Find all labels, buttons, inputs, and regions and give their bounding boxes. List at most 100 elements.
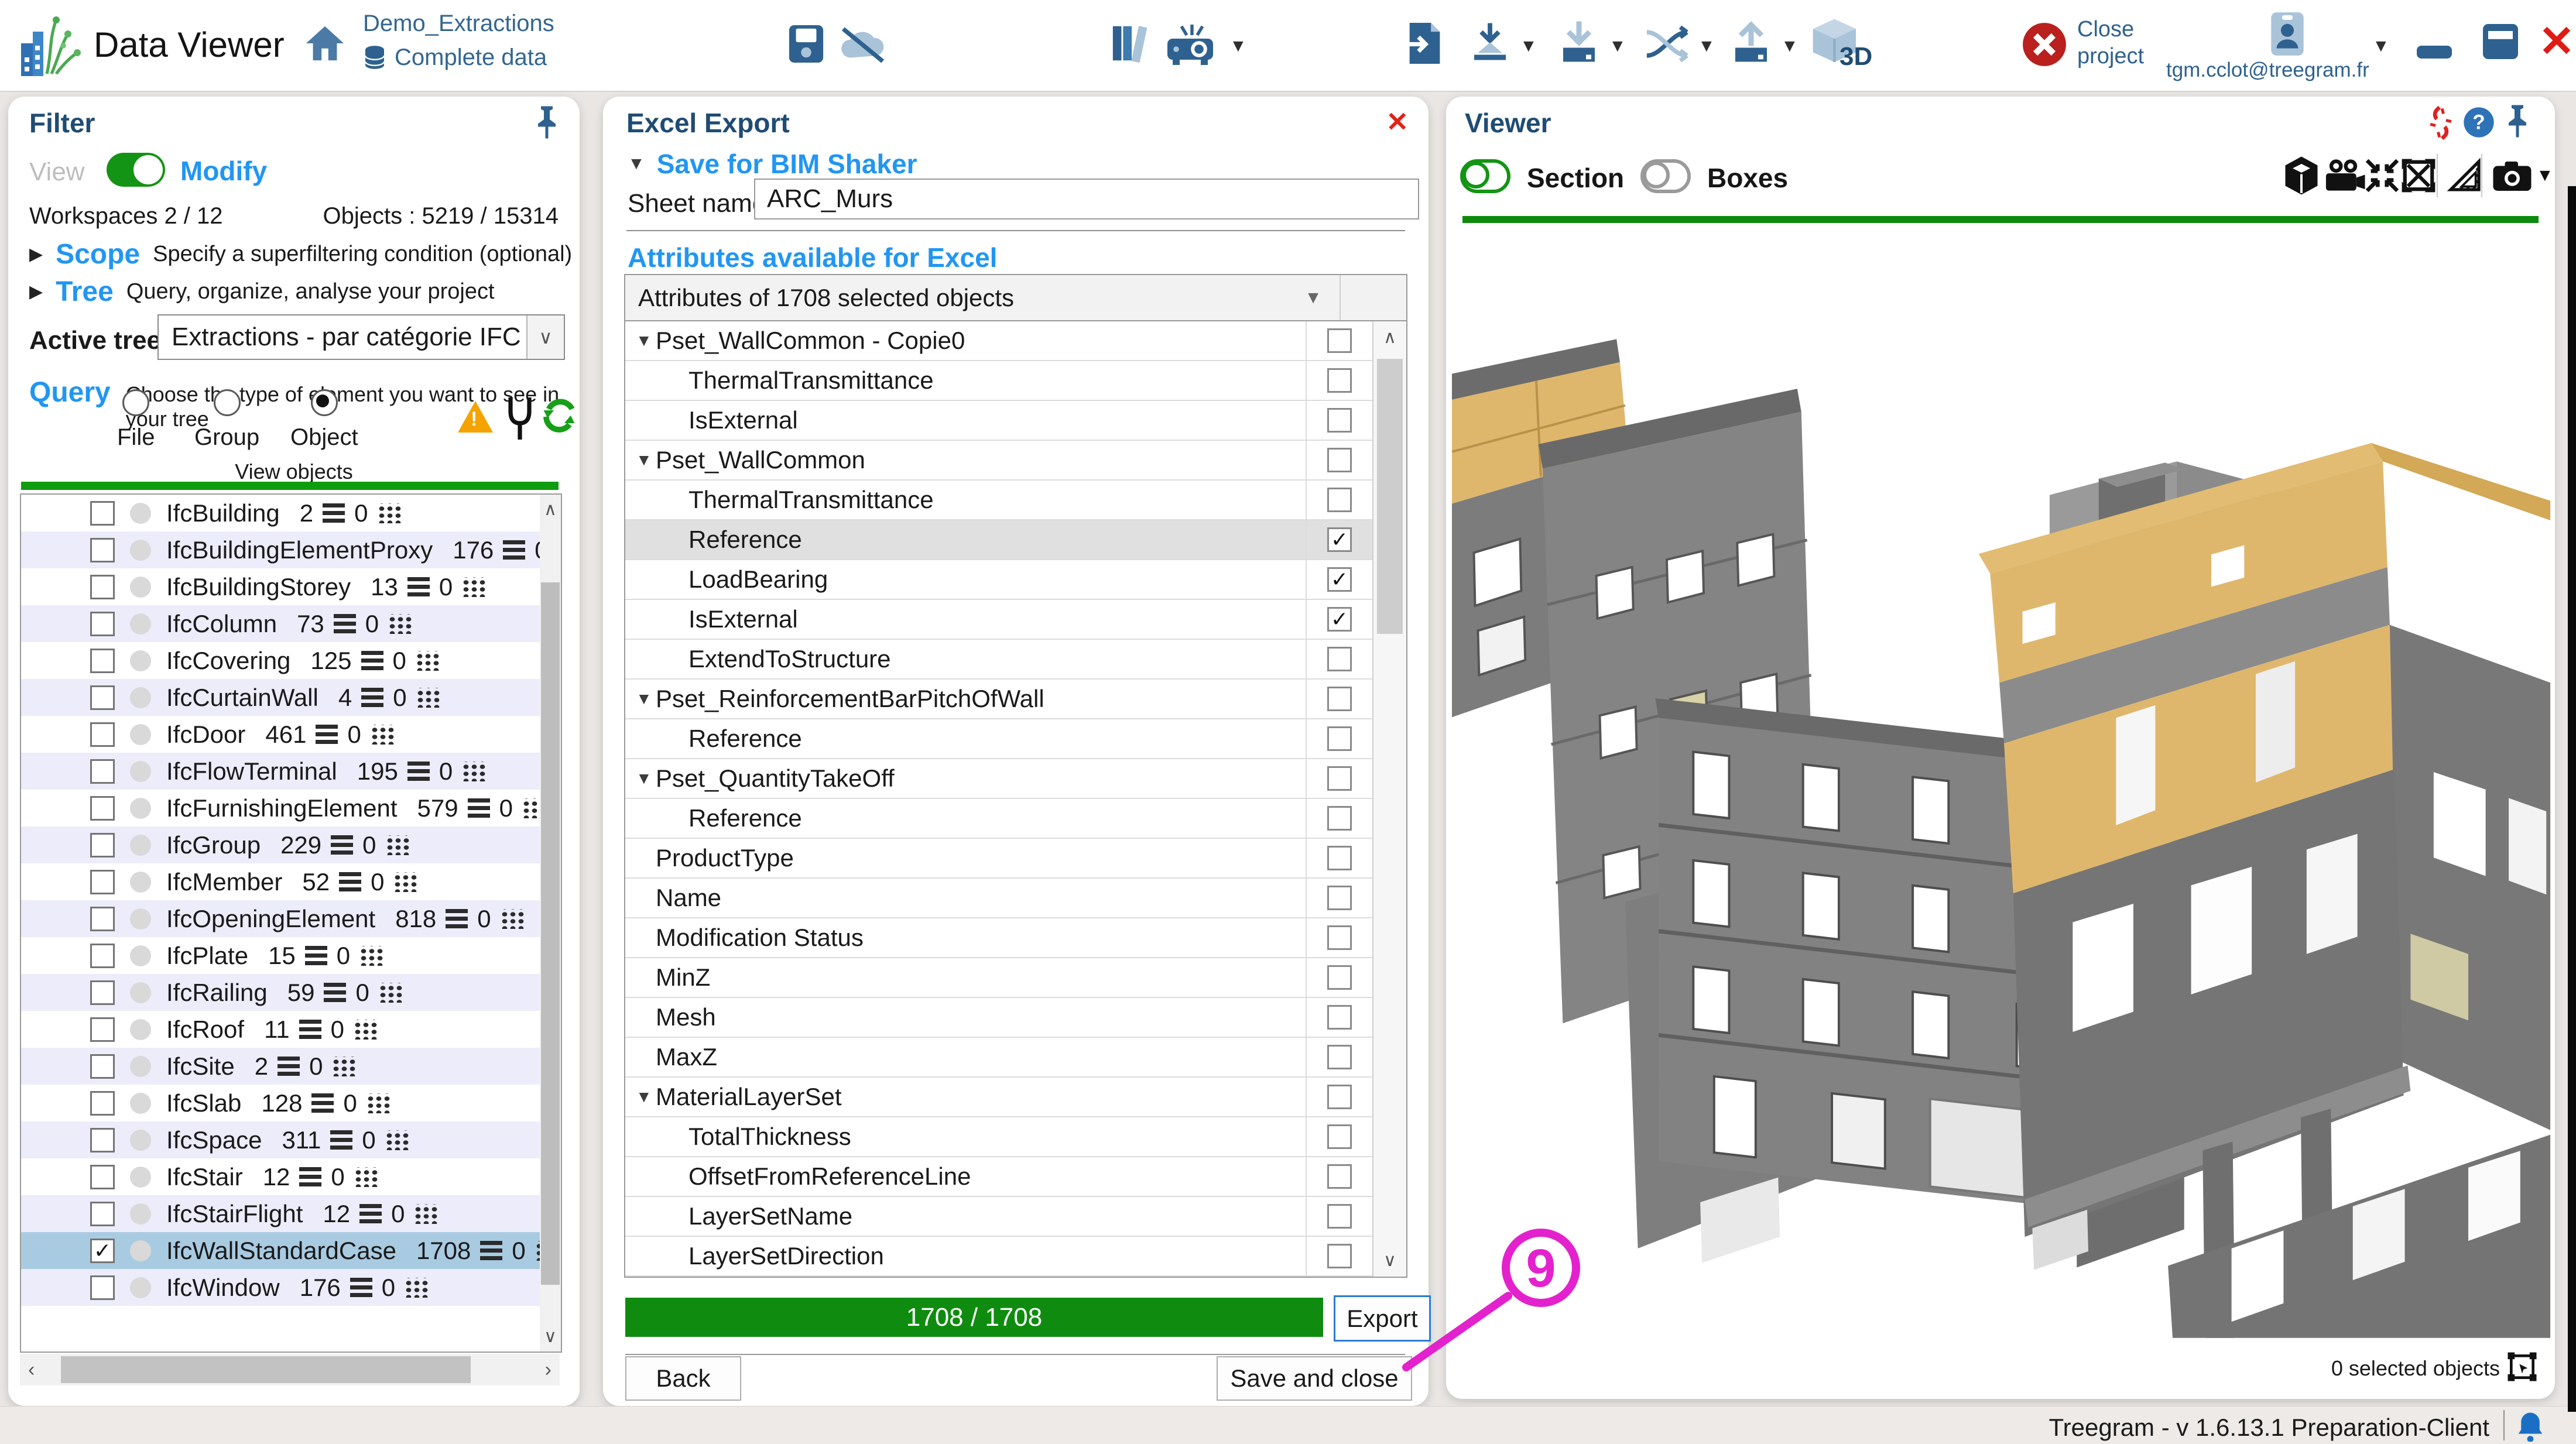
attribute-row[interactable]: ▼ LayerSetDirection xyxy=(625,1237,1372,1277)
attribute-row[interactable]: ▼ Reference xyxy=(625,719,1372,759)
help-icon[interactable]: ? xyxy=(2462,106,2495,139)
ifc-class-checkbox[interactable] xyxy=(90,1201,115,1226)
scroll-down-icon[interactable]: ∨ xyxy=(540,1326,561,1347)
list-lines-icon[interactable] xyxy=(323,503,345,523)
attribute-row[interactable]: ▼ LayerSetName xyxy=(625,1197,1372,1237)
radio-group[interactable]: Group xyxy=(194,389,259,451)
ifc-class-row[interactable]: IfcDoor 461 0 xyxy=(21,716,540,753)
save-and-close-button[interactable]: Save and close xyxy=(1217,1356,1412,1401)
projector-icon[interactable] xyxy=(1164,25,1220,67)
minimize-button[interactable] xyxy=(2417,46,2452,59)
list-lines-icon[interactable] xyxy=(350,1278,372,1297)
attribute-row[interactable]: ▼ Pset_WallCommon xyxy=(625,441,1372,481)
attribute-row[interactable]: ▼ Mesh xyxy=(625,998,1372,1038)
tree-label[interactable]: Tree xyxy=(56,276,114,308)
attribute-checkbox[interactable] xyxy=(1327,687,1352,711)
list-lines-icon[interactable] xyxy=(467,798,490,818)
attribute-row[interactable]: ▼ ThermalTransmittance xyxy=(625,361,1372,401)
ifc-class-row[interactable]: IfcSite 2 0 xyxy=(21,1048,540,1085)
active-tree-select[interactable]: Extractions - par catégorie IFC ∨ xyxy=(157,314,565,360)
attribute-checkbox[interactable] xyxy=(1327,448,1352,472)
broken-link-icon[interactable] xyxy=(2425,106,2457,140)
refresh-icon[interactable] xyxy=(540,396,578,437)
user-dropdown-icon[interactable]: ▼ xyxy=(2372,36,2390,56)
ifc-class-row[interactable]: IfcRailing 59 0 xyxy=(21,974,540,1011)
ifc-class-checkbox[interactable] xyxy=(90,906,115,931)
scroll-up-icon[interactable]: ∧ xyxy=(540,499,561,520)
grid-dots-icon[interactable] xyxy=(383,1130,409,1150)
ifc-class-checkbox[interactable] xyxy=(90,685,115,710)
section-toggle[interactable] xyxy=(1460,159,1510,193)
notification-bell-icon[interactable] xyxy=(2515,1410,2546,1442)
grid-dots-icon[interactable] xyxy=(384,835,409,855)
close-window-button[interactable]: ✕ xyxy=(2539,16,2575,67)
save-icon[interactable] xyxy=(787,23,825,64)
attribute-checkbox[interactable] xyxy=(1327,965,1352,990)
user-badge-icon[interactable] xyxy=(2267,11,2308,57)
attribute-row[interactable]: ▼ MaterialLayerSet xyxy=(625,1078,1372,1117)
attribute-row[interactable]: ▼ ThermalTransmittance xyxy=(625,481,1372,520)
list-lines-icon[interactable] xyxy=(278,1057,300,1076)
ifc-class-row[interactable]: IfcGroup 229 0 xyxy=(21,826,540,863)
user-email[interactable]: tgm.cclot@treegram.fr xyxy=(2166,59,2369,82)
scroll-down-icon[interactable]: ∨ xyxy=(1373,1250,1406,1271)
tree-fork-icon[interactable] xyxy=(503,395,536,442)
attribute-checkbox[interactable] xyxy=(1327,1124,1352,1149)
ifc-class-row[interactable]: IfcBuilding 2 0 xyxy=(21,495,540,531)
ifc-class-row[interactable]: IfcCurtainWall 4 0 xyxy=(21,679,540,716)
maximize-button[interactable] xyxy=(2481,22,2520,61)
ifc-class-row[interactable]: IfcSpace 311 0 xyxy=(21,1121,540,1158)
list-lines-icon[interactable] xyxy=(407,762,430,781)
ifc-class-row[interactable]: IfcOpeningElement 818 0 xyxy=(21,900,540,937)
save-for-bim-shaker-link[interactable]: Save for BIM Shaker xyxy=(657,148,917,180)
collapse-view-icon[interactable] xyxy=(2364,156,2400,195)
list-lines-icon[interactable] xyxy=(359,1204,382,1223)
attribute-row[interactable]: ▼ Modification Status xyxy=(625,918,1372,958)
scope-expand-icon[interactable]: ▶ xyxy=(29,244,43,265)
attribute-checkbox[interactable] xyxy=(1327,726,1352,751)
ifc-class-checkbox[interactable] xyxy=(90,980,115,1005)
download-icon[interactable] xyxy=(1560,21,1598,66)
grid-dots-icon[interactable] xyxy=(352,1167,378,1187)
attribute-checkbox[interactable]: ✓ xyxy=(1327,607,1352,632)
grid-dots-icon[interactable] xyxy=(461,761,486,781)
attribute-checkbox[interactable] xyxy=(1327,1244,1352,1268)
ifc-class-row[interactable]: IfcRoof 11 0 xyxy=(21,1011,540,1048)
radio-circle-icon[interactable] xyxy=(122,389,150,416)
collapse-triangle-icon[interactable]: ▼ xyxy=(636,451,656,469)
list-lines-icon[interactable] xyxy=(339,872,362,891)
attribute-checkbox[interactable] xyxy=(1327,886,1352,910)
list-lines-icon[interactable] xyxy=(324,983,347,1002)
grid-dots-icon[interactable] xyxy=(461,577,486,597)
radio-file[interactable]: File xyxy=(117,389,155,451)
ifc-class-row[interactable]: IfcFurnishingElement 579 0 xyxy=(21,790,546,826)
attribute-checkbox[interactable] xyxy=(1327,328,1352,353)
ifc-class-row[interactable]: IfcCovering 125 0 xyxy=(21,642,540,679)
attribute-checkbox[interactable] xyxy=(1327,1164,1352,1189)
grid-dots-icon[interactable] xyxy=(358,945,383,966)
list-lines-icon[interactable] xyxy=(361,651,383,670)
collapse-triangle-icon[interactable]: ▼ xyxy=(636,769,656,788)
grid-dots-icon[interactable] xyxy=(499,908,524,929)
attribute-checkbox[interactable] xyxy=(1327,1204,1352,1229)
ifc-class-row[interactable]: IfcBuildingStorey 13 0 xyxy=(21,568,540,605)
radio-circle-icon[interactable] xyxy=(310,389,338,416)
list-lines-icon[interactable] xyxy=(331,835,354,855)
cube-view-icon[interactable] xyxy=(2282,155,2321,196)
project-name[interactable]: Demo_Extractions xyxy=(363,11,554,37)
attribute-checkbox[interactable] xyxy=(1327,806,1352,831)
ifc-class-row[interactable]: IfcMember 52 0 xyxy=(21,863,540,900)
attribute-row[interactable]: ▼ MaxZ xyxy=(625,1038,1372,1078)
grid-dots-icon[interactable] xyxy=(414,650,439,671)
scroll-up-icon[interactable]: ∧ xyxy=(1373,327,1406,348)
pin-icon[interactable] xyxy=(2502,104,2533,139)
scroll-left-icon[interactable]: ‹ xyxy=(28,1359,35,1381)
attribute-row[interactable]: ▼ Reference ✓ xyxy=(625,520,1372,560)
list-lines-icon[interactable] xyxy=(361,688,384,707)
list-lines-icon[interactable] xyxy=(316,725,338,744)
attribute-checkbox[interactable] xyxy=(1327,1005,1352,1030)
projector-dropdown-icon[interactable]: ▼ xyxy=(1229,36,1247,56)
grid-dots-icon[interactable] xyxy=(376,503,401,523)
ifc-class-row[interactable]: IfcWindow 176 0 xyxy=(21,1269,540,1306)
ifc-class-checkbox[interactable] xyxy=(90,869,115,894)
